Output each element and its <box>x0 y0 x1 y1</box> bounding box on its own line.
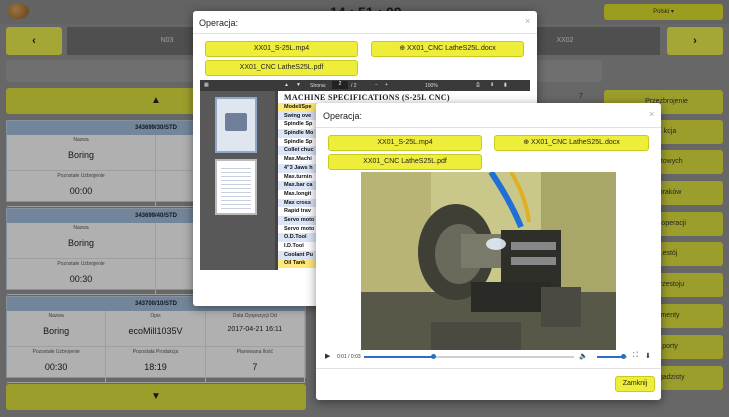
file-button-pdf[interactable]: XX01_CNC LatheS25L.pdf <box>205 60 358 76</box>
file-button-docx[interactable]: ⊕ XX01_CNC LatheS25L.docx <box>371 41 524 57</box>
zoom-level[interactable]: 100% <box>425 83 438 89</box>
pdf-thumbnails <box>200 91 275 270</box>
page-thumbnail[interactable] <box>215 97 257 153</box>
close-icon[interactable]: × <box>525 16 530 26</box>
page-thumbnail[interactable] <box>215 159 257 215</box>
seek-handle[interactable] <box>431 354 437 359</box>
file-button-mp4[interactable]: XX01_S-25L.mp4 <box>328 135 482 151</box>
file-name: XX01_CNC LatheS25L.docx <box>531 139 620 146</box>
file-button-mp4[interactable]: XX01_S-25L.mp4 <box>205 41 358 57</box>
bookmark-icon[interactable]: ▮ <box>504 82 507 88</box>
video-frame <box>361 172 616 350</box>
close-button[interactable]: Zamknij <box>615 376 655 392</box>
video-player[interactable] <box>361 172 616 350</box>
spec-heading: MACHINE SPECIFICATIONS (S-25L CNC) <box>284 93 450 102</box>
file-button-docx[interactable]: ⊕ XX01_CNC LatheS25L.docx <box>494 135 649 151</box>
download-icon[interactable]: ⬇ <box>490 82 494 88</box>
close-icon[interactable]: × <box>649 109 654 119</box>
volume-handle[interactable] <box>620 354 626 359</box>
play-icon[interactable]: ▶ <box>325 352 330 360</box>
page-input[interactable]: 2 <box>332 81 348 89</box>
download-icon[interactable]: ⬇ <box>645 352 651 360</box>
file-button-pdf[interactable]: XX01_CNC LatheS25L.pdf <box>328 154 482 170</box>
video-time: 0:01 / 0:03 <box>337 354 361 360</box>
modal-title: Operacja: <box>323 111 363 121</box>
sidebar-toggle-icon[interactable]: ▦ <box>204 82 209 88</box>
zoom-out-icon[interactable]: − <box>375 82 378 88</box>
divider <box>316 127 661 128</box>
page-down-icon[interactable]: ▼ <box>296 82 301 88</box>
divider <box>193 33 537 34</box>
print-icon[interactable]: ⎙ <box>476 82 480 88</box>
fullscreen-icon[interactable]: ⛶ <box>633 352 638 360</box>
download-icon: ⊕ <box>399 45 408 52</box>
page-up-icon[interactable]: ▲ <box>284 82 289 88</box>
divider <box>316 368 661 369</box>
pdf-toolbar: ▦ ▲ ▼ Strona: 2 / 2 − + 100% ⎙ ⬇ ▮ <box>200 80 530 91</box>
seek-bar[interactable] <box>364 356 574 358</box>
video-controls: ▶ 0:01 / 0:03 🔈 ⛶ ⬇ <box>320 350 655 364</box>
page-count: / 2 <box>351 83 357 89</box>
modal-title: Operacja: <box>199 18 239 28</box>
zoom-in-icon[interactable]: + <box>385 82 388 88</box>
page-label: Strona: <box>310 83 327 89</box>
volume-icon[interactable]: 🔈 <box>579 352 588 360</box>
file-name: XX01_CNC LatheS25L.docx <box>407 45 496 52</box>
download-icon: ⊕ <box>523 139 532 146</box>
